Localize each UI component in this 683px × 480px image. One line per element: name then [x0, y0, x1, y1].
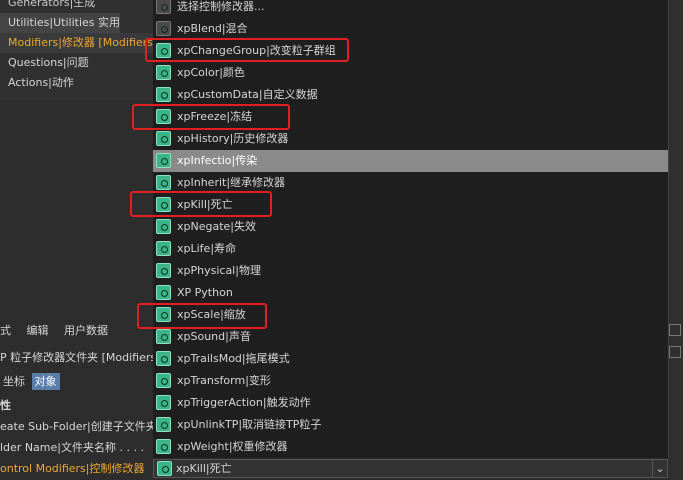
dropdown-item[interactable]: 选择控制修改器...	[153, 0, 668, 18]
dropdown-item[interactable]: xpBlend|混合	[153, 18, 668, 40]
color-icon	[156, 65, 171, 80]
section-title: 性	[0, 399, 11, 412]
physical-icon	[156, 263, 171, 278]
dropdown-item[interactable]: xpHistory|历史修改器	[153, 128, 668, 150]
tree-item-utilities[interactable]: Utilities|Utilities 实用	[0, 13, 121, 33]
dropdown-item[interactable]: xpTransform|变形	[153, 370, 668, 392]
dropdown-item[interactable]: xpTriggerAction|触发动作	[153, 392, 668, 414]
highlight-kill	[130, 191, 272, 217]
folder-name-field-label: lder Name|文件夹名称 . . . .	[0, 441, 144, 454]
dropdown-item[interactable]: xpInfectio|传染	[153, 150, 668, 172]
menu-mode[interactable]: 式	[0, 324, 11, 337]
highlight-scale	[137, 303, 267, 329]
inherit-icon	[156, 175, 171, 190]
history-icon	[156, 131, 171, 146]
highlight-changegroup	[145, 38, 349, 62]
attribute-menu-bar: 式 编辑 用户数据	[0, 320, 120, 342]
triggeraction-icon	[156, 395, 171, 410]
tree-item-questions[interactable]: Questions|问题	[0, 53, 89, 73]
dropdown-item[interactable]: xpLife|寿命	[153, 238, 668, 260]
object-tree: Generators|生成 Utilities|Utilities 实用 Mod…	[0, 0, 158, 100]
life-icon	[156, 241, 171, 256]
blend-icon	[156, 21, 171, 36]
object-title: P 粒子修改器文件夹 [Modifiers]	[0, 351, 155, 364]
dropdown-item[interactable]: xpSound|声音	[153, 326, 668, 348]
select-icon	[156, 0, 171, 14]
dropdown-item[interactable]: xpNegate|失效	[153, 216, 668, 238]
tree-item-actions[interactable]: Actions|动作	[0, 73, 74, 93]
attribute-tabs: 坐标 对象	[0, 372, 155, 392]
chevron-down-icon[interactable]: ⌄	[652, 460, 667, 477]
right-panel-edge	[669, 0, 683, 480]
dropdown-item[interactable]: xpPhysical|物理	[153, 260, 668, 282]
customdata-icon	[156, 87, 171, 102]
dropdown-item[interactable]: xpUnlinkTP|取消链接TP粒子	[153, 414, 668, 436]
tree-item-generators[interactable]: Generators|生成	[0, 0, 95, 13]
kill-icon	[157, 461, 172, 476]
create-subfolder-button[interactable]: eate Sub-Folder|创建子文件夹	[0, 417, 155, 437]
tab-object[interactable]: 对象	[31, 373, 60, 390]
python-icon	[156, 285, 171, 300]
panel-toggle-icon[interactable]	[669, 346, 681, 358]
trailsmod-icon	[156, 351, 171, 366]
dropdown-item[interactable]: xpWeight|权重修改器	[153, 436, 668, 458]
menu-user-data[interactable]: 用户数据	[64, 324, 108, 337]
dropdown-item[interactable]: xpCustomData|自定义数据	[153, 84, 668, 106]
panel-toggle-icon[interactable]	[669, 324, 681, 336]
highlight-freeze	[132, 104, 290, 130]
dropdown-item[interactable]: XP Python	[153, 282, 668, 304]
control-modifiers-dropdown-list: 选择控制修改器... xpBlend|混合 xpChangeGroup|改变粒子…	[153, 0, 669, 458]
menu-edit[interactable]: 编辑	[27, 324, 49, 337]
sound-icon	[156, 329, 171, 344]
tab-coordinates[interactable]: 坐标	[0, 373, 28, 390]
negate-icon	[156, 219, 171, 234]
unlinktp-icon	[156, 417, 171, 432]
control-modifiers-label: ontrol Modifiers|控制修改器	[0, 462, 145, 475]
control-modifiers-select[interactable]: xpKill|死亡 ⌄	[153, 459, 668, 478]
dropdown-item[interactable]: xpColor|颜色	[153, 62, 668, 84]
dropdown-item[interactable]: xpTrailsMod|拖尾模式	[153, 348, 668, 370]
infection-icon	[156, 153, 171, 168]
transform-icon	[156, 373, 171, 388]
weight-icon	[156, 439, 171, 454]
tree-item-modifiers[interactable]: Modifiers|修改器 [Modifiers]	[0, 33, 158, 53]
